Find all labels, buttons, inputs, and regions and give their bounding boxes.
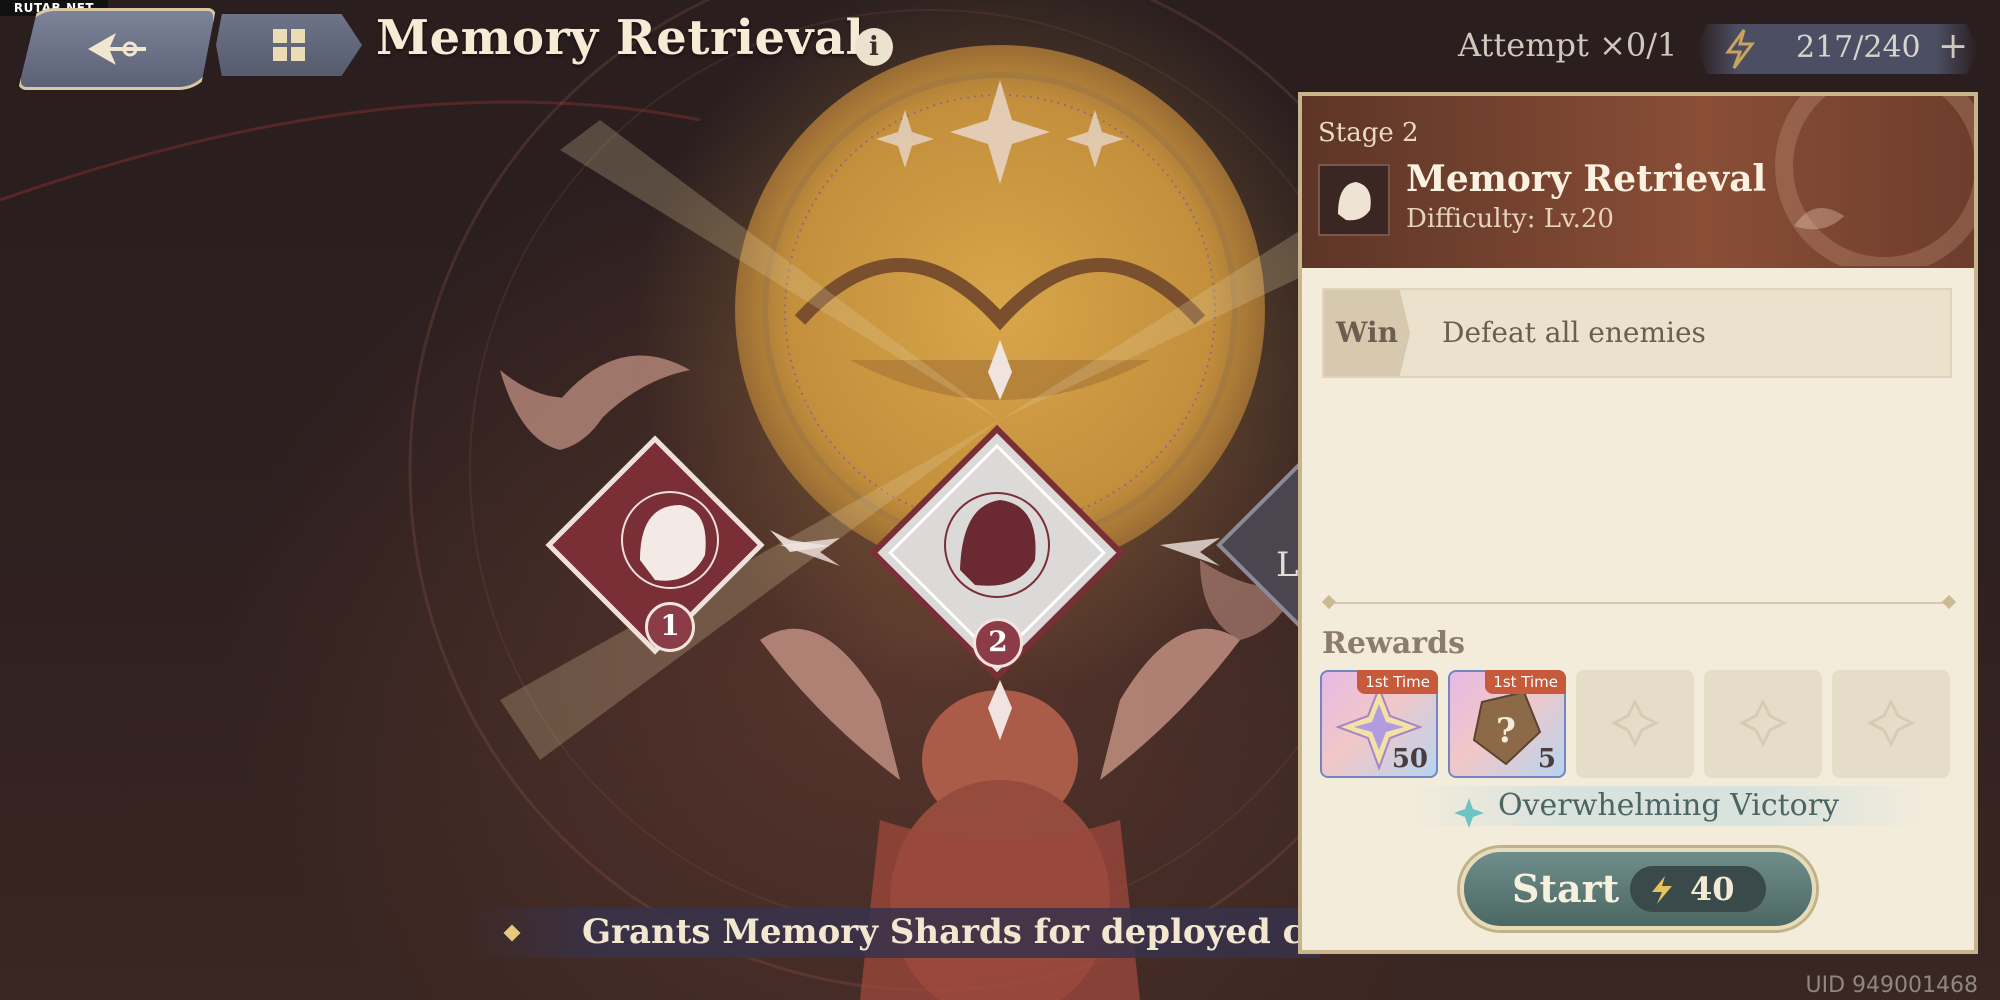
- stage-detail-panel: Stage 2 Memory Retrieval Difficulty: Lv.…: [1298, 92, 1978, 954]
- first-time-badge: 1st Time: [1485, 670, 1566, 694]
- sparkle-icon: [1454, 798, 1484, 828]
- add-stamina-button[interactable]: +: [1938, 26, 1968, 67]
- empty-slot-icon: [1738, 698, 1788, 748]
- emblem-watermark-icon: [1775, 96, 1974, 266]
- user-id: UID 949001468: [1805, 973, 1979, 998]
- empty-slot-icon: [1610, 698, 1660, 748]
- back-button[interactable]: [18, 8, 216, 90]
- reward-slot-empty: [1832, 670, 1950, 778]
- stage-hint-text: Grants Memory Shards for deployed cha: [582, 912, 1351, 952]
- stage-title: Memory Retrieval: [1406, 158, 1767, 200]
- lightning-icon: [1725, 29, 1755, 69]
- victory-condition: Overwhelming Victory: [1498, 788, 1840, 823]
- start-cost-value: 40: [1690, 870, 1735, 908]
- panel-header: Stage 2 Memory Retrieval Difficulty: Lv.…: [1302, 96, 1974, 268]
- diamond-icon: [503, 924, 521, 942]
- stamina-value: 217/240: [1796, 30, 1921, 65]
- dove-left: [500, 355, 690, 450]
- start-cost: 40: [1630, 866, 1766, 912]
- lightning-icon: [1652, 876, 1672, 904]
- reward-slot-empty: [1704, 670, 1822, 778]
- win-condition: Win Defeat all enemies: [1322, 288, 1952, 378]
- info-icon[interactable]: i: [855, 28, 893, 66]
- rewards-heading: Rewards: [1322, 626, 1465, 661]
- reward-slot-empty: [1576, 670, 1694, 778]
- stage-node-2-number: 2: [973, 618, 1023, 668]
- attempt-counter: Attempt ×0/1: [1458, 26, 1678, 64]
- stage-number: Stage 2: [1318, 118, 1419, 148]
- reward-count: 50: [1391, 744, 1428, 774]
- divider: [1326, 602, 1952, 604]
- first-time-badge: 1st Time: [1357, 670, 1438, 694]
- menu-grid-icon: [273, 29, 305, 61]
- reward-item[interactable]: ? 1st Time 5: [1448, 670, 1566, 778]
- stage-portrait-icon: [1318, 164, 1390, 236]
- reward-item[interactable]: 1st Time 50: [1320, 670, 1438, 778]
- win-tag: Win: [1324, 290, 1410, 376]
- empty-slot-icon: [1866, 698, 1916, 748]
- stage-hint-banner: Grants Memory Shards for deployed cha: [470, 908, 1350, 958]
- stage-node-1-number: 1: [645, 602, 695, 652]
- stage-node-3-label: L: [1276, 545, 1299, 585]
- svg-text:?: ?: [1496, 711, 1516, 751]
- menu-button[interactable]: [216, 14, 362, 76]
- stamina-display: 217/240 +: [1696, 24, 1978, 74]
- reward-count: 5: [1537, 744, 1556, 774]
- win-condition-text: Defeat all enemies: [1442, 316, 1706, 349]
- start-label: Start: [1512, 866, 1620, 911]
- stage-difficulty: Difficulty: Lv.20: [1406, 204, 1614, 234]
- page-title: Memory Retrieval: [376, 10, 865, 66]
- start-button[interactable]: Start 40: [1460, 848, 1816, 930]
- back-arrow-icon: [88, 33, 146, 65]
